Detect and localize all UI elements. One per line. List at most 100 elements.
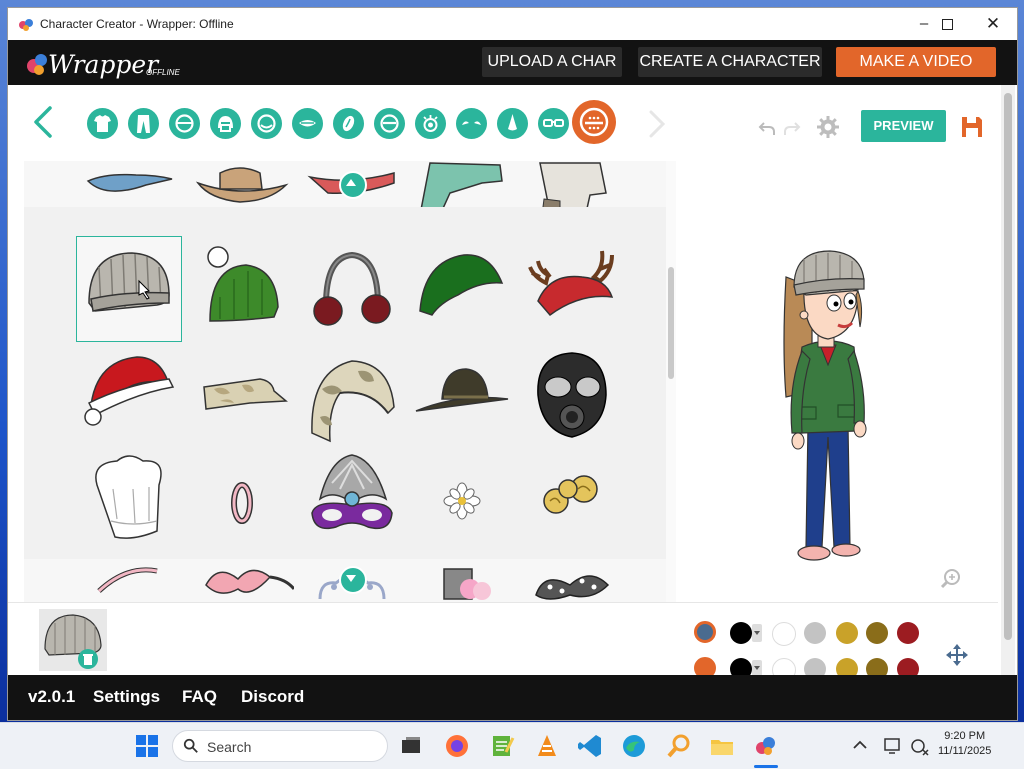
mouth-icon[interactable] [292,108,323,139]
wrapper-taskbar-icon[interactable] [752,732,780,760]
undo-icon[interactable] [758,119,776,137]
hair-icon[interactable] [210,108,241,139]
create-a-character-button[interactable]: CREATE A CHARACTER [638,47,822,77]
gear-icon[interactable] [816,115,840,139]
svg-text:OFFLINE: OFFLINE [146,68,180,77]
color-swatch-red-1[interactable] [897,622,919,644]
hat-accessory-icon[interactable] [571,99,617,145]
faq-link[interactable]: FAQ [182,687,217,707]
hat-item-blue-cap[interactable] [76,161,180,207]
discord-link[interactable]: Discord [241,687,304,707]
top-navigation: Wrapper OFFLINE UPLOAD A CHAR CREATE A C… [8,40,1017,85]
firefox-icon[interactable] [443,732,471,760]
settings-link[interactable]: Settings [93,687,160,707]
vscode-icon[interactable] [576,732,604,760]
main-scrollbar-thumb[interactable] [1004,93,1012,640]
hat-item-camo-helmet[interactable] [300,343,404,447]
search-placeholder: Search [207,739,252,755]
head-shape-icon[interactable] [251,108,282,139]
save-icon[interactable] [960,115,984,139]
hat-items-grid [24,161,674,602]
task-view-icon[interactable] [397,732,425,760]
color-swatch-black-1[interactable] [730,622,752,644]
upload-a-char-button[interactable]: UPLOAD A CHAR [482,47,622,77]
hat-item-campaign-hat[interactable] [410,343,514,447]
nose-icon[interactable] [497,108,528,139]
hat-item-polka-dot-bow[interactable] [520,555,624,602]
hat-item-santa-hat[interactable] [77,343,181,447]
search-tool-icon[interactable] [665,732,693,760]
display-icon[interactable] [883,736,903,756]
main-scrollbar[interactable] [1001,85,1015,675]
redo-icon[interactable] [783,119,801,137]
hat-item-green-bobble-beanie[interactable] [190,237,294,341]
wrapper-logo[interactable]: Wrapper OFFLINE [24,46,184,80]
remove-item-icon[interactable] [78,649,98,669]
color-dropdown-1[interactable] [752,624,762,642]
hat-item-teal-trapper-cap[interactable] [410,161,514,207]
file-explorer-icon[interactable] [708,732,736,760]
worn-item-slot[interactable] [39,609,107,671]
hat-item-chef-hat[interactable] [77,449,181,553]
hat-item-top-hat-fascinator[interactable] [410,555,514,602]
back-arrow-icon[interactable] [30,105,54,139]
bottom-panel [8,602,998,682]
system-clock[interactable]: 9:20 PM 11/11/2025 [938,729,991,759]
hat-item-hair-tie[interactable] [190,449,294,553]
chevron-up-icon[interactable] [851,736,869,754]
preview-button[interactable]: PREVIEW [861,110,946,142]
forward-arrow-icon[interactable] [648,109,666,139]
notepad-icon[interactable] [488,732,516,760]
maximize-button[interactable] [924,8,970,40]
eyebrow-icon[interactable] [333,108,364,139]
make-a-video-button[interactable]: MAKE A VIDEO [836,47,996,77]
hat-item-white-flower[interactable] [410,449,514,553]
hat-item-gold-hair-buns[interactable] [520,449,624,553]
eyelash-icon[interactable] [456,108,487,139]
color-swatch-gold-1[interactable] [836,622,858,644]
grid-scrollbar-thumb[interactable] [668,267,674,379]
edge-icon[interactable] [620,732,648,760]
zoom-icon[interactable] [940,567,962,589]
grid-scrollbar[interactable] [666,161,676,602]
pants-icon[interactable] [128,108,159,139]
color-swatch-grey-1[interactable] [804,622,826,644]
wrapper-app-icon [19,19,33,31]
face-shape-icon[interactable] [169,108,200,139]
hat-item-pink-bow[interactable] [190,555,294,602]
close-button[interactable]: ✕ [970,8,1016,40]
color-swatch-olive-1[interactable] [866,622,888,644]
hat-item-pink-headband[interactable] [77,555,181,602]
version-label: v2.0.1 [28,687,76,706]
ear-icon[interactable] [374,108,405,139]
category-toolbar: PREVIEW [8,85,998,161]
scroll-down-button[interactable] [339,566,367,594]
color-swatch-selected-1[interactable] [694,621,716,643]
shirt-icon[interactable] [87,108,118,139]
clock-time: 9:20 PM [944,730,986,742]
network-icon[interactable] [910,736,930,756]
glasses-icon[interactable] [538,108,569,139]
character-preview-area [676,161,998,602]
taskbar: Search 9:20 PM 11/11/2025 [0,722,1024,769]
app-window: Character Creator - Wrapper: Offline – ✕… [8,8,1017,720]
eye-icon[interactable] [415,108,446,139]
taskbar-search[interactable]: Search [172,730,388,762]
vlc-icon[interactable] [533,732,561,760]
search-icon [183,738,198,753]
start-icon[interactable] [133,732,161,760]
hat-item-maroon-earmuffs[interactable] [300,237,404,341]
scroll-up-button[interactable] [339,171,367,199]
hat-item-grey-knit-beanie[interactable] [76,236,182,342]
hat-item-brown-cowboy-hat[interactable] [190,161,294,207]
hat-item-red-antler-hat[interactable] [520,237,624,341]
move-arrows-icon[interactable] [945,643,969,667]
hat-item-gas-mask[interactable] [520,343,624,447]
clock-date: 11/11/2025 [938,745,992,757]
color-dropdown-2[interactable] [752,660,762,676]
color-swatch-white-1[interactable] [772,622,796,646]
hat-item-green-elf-hat[interactable] [410,237,514,341]
hat-item-grey-aviator-hat[interactable] [520,161,624,207]
hat-item-mardi-gras-mask[interactable] [300,449,404,553]
hat-item-camo-cap[interactable] [190,343,294,447]
